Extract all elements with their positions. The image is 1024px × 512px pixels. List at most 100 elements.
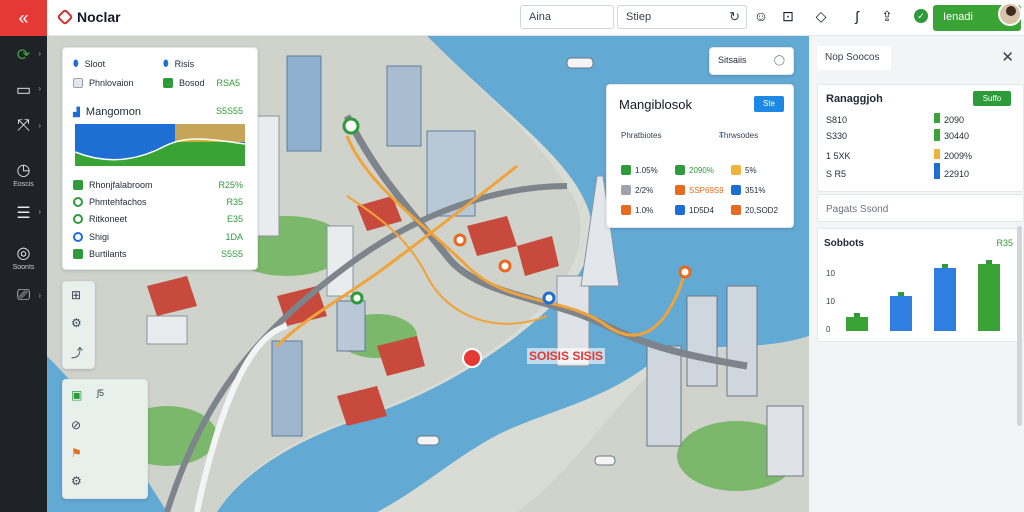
square-icon (621, 185, 631, 195)
right-sidebar: Nop Soocos ✕ Ranaggjoh Suffo S810 2090 S… (809, 36, 1024, 512)
secondary-card[interactable]: Pagats Ssond (817, 194, 1024, 222)
sidebar-item-history[interactable]: ◷ Eoscis (0, 160, 47, 188)
map-sign-text: SOISIS SISIS (529, 349, 604, 363)
pin-icon: ⬮ (73, 58, 79, 68)
secondary-card-label: Pagats Ssond (826, 204, 889, 215)
chevron-right-icon: › (38, 207, 41, 216)
bar-chart-card: Sobbots R35 10 10 0 (817, 228, 1024, 342)
list-item-value: R35 (226, 197, 243, 207)
sidebar-item-targets[interactable]: ◎ Soonts (0, 243, 47, 271)
search-input[interactable]: Aina (520, 5, 614, 29)
shape-icon[interactable]: ◇ (811, 8, 831, 25)
check-icon: ✓ (914, 9, 928, 23)
chart-icon (73, 180, 83, 190)
chart-bar[interactable] (978, 264, 1000, 331)
table-cell: SSP69S9 (675, 185, 724, 195)
chevron-right-icon: › (38, 291, 41, 300)
layer-green-icon[interactable]: ▣ (71, 388, 82, 402)
status-chip-label: Sitsaiis (718, 55, 747, 65)
clock-icon: ◷ (16, 162, 31, 179)
list-item[interactable]: Ritkoneet (73, 214, 127, 224)
info-row-value: RSA5 (216, 78, 241, 88)
route-icon: ⤧ (17, 117, 30, 134)
management-chip-button[interactable]: Ste (754, 96, 784, 112)
square-icon (675, 185, 685, 195)
list-item-label: Rhonjfalabroom (89, 180, 153, 190)
list-item-value: S5S5 (220, 249, 243, 259)
chevron-right-icon: › (38, 121, 41, 130)
chevron-right-icon: › (38, 84, 41, 93)
square-icon (731, 165, 741, 175)
scrollbar[interactable] (1017, 226, 1022, 426)
right-sidebar-tab[interactable]: Nop Soocos (817, 46, 891, 70)
sidebar-item-layers[interactable]: ▭ › (0, 80, 47, 101)
square-icon (675, 165, 685, 175)
location-input[interactable]: Stiep ↻ (617, 5, 747, 29)
settings-icon[interactable]: ⚙ (71, 474, 82, 488)
axis-tick-label: 0 (826, 325, 831, 334)
info-row-location[interactable]: ⬮ Sloot (73, 58, 105, 69)
summary-row-label: S330 (826, 131, 848, 141)
close-icon[interactable]: ✕ (1001, 48, 1014, 66)
list-item[interactable]: Shigi (73, 232, 109, 242)
summary-row-bar (934, 129, 940, 141)
info-row-label: Phnlovaion (89, 78, 134, 88)
sync-icon: ⟳ (16, 47, 31, 64)
square-icon (731, 205, 741, 215)
chart-total: R35 (996, 238, 1013, 248)
triangle-icon: ▵ (719, 130, 724, 139)
table-cell-text: 1.0% (635, 205, 654, 215)
summary-row-bar (934, 113, 940, 123)
list-item-label: Burtilants (89, 249, 127, 259)
chart-bar[interactable] (890, 296, 912, 331)
list-item[interactable]: Rhonjfalabroom (73, 180, 153, 190)
compass-icon[interactable]: ⊘ (71, 418, 81, 432)
info-row-risk[interactable]: ⬮ Risis (163, 58, 194, 69)
back-button[interactable]: « (0, 0, 47, 36)
axis-tick-label: 10 (826, 297, 835, 306)
measure-icon[interactable]: ⚙ (71, 316, 82, 330)
share-icon[interactable]: ⇪ (877, 8, 897, 25)
square-icon (731, 185, 741, 195)
map-view-icon[interactable]: ⊞ (71, 288, 81, 302)
map-sign-label: SOISIS SISIS (527, 348, 606, 364)
summary-row-label: S R5 (826, 169, 847, 179)
map-layer-palette: ▣ ʃ5 ⊘ ⚑ ⚙ (62, 379, 148, 499)
avatar[interactable] (998, 2, 1022, 26)
info-row-label: Risis (174, 58, 195, 69)
draw-icon[interactable]: ⤴ (71, 344, 83, 361)
chart-bar[interactable] (846, 317, 868, 331)
list-item[interactable]: Phmtehfachos (73, 197, 147, 207)
info-row-operation[interactable]: Phnlovaion (73, 78, 134, 88)
layers-icon: ▭ (15, 82, 32, 99)
bag-icon[interactable]: ⊡ (778, 8, 798, 25)
status-chip[interactable]: Sitsaiis ◯ (709, 47, 794, 75)
sidebar-item-drive[interactable]: ⎚ › (0, 287, 47, 306)
refresh-icon[interactable]: ↻ (729, 9, 740, 25)
circle-icon (73, 214, 83, 224)
summary-row-value: 22910 (944, 169, 970, 179)
sidebar-item-route[interactable]: ⤧ › (0, 117, 47, 136)
square-icon (73, 78, 83, 88)
square-icon (73, 249, 83, 259)
app-brand[interactable]: Noclar (56, 8, 121, 26)
filter-icon[interactable]: ⚑ (71, 446, 82, 460)
table-cell: 5% (731, 165, 757, 175)
management-title: Mangiblosok (619, 97, 692, 112)
location-input-value: Stiep (626, 11, 652, 23)
square-icon (621, 165, 631, 175)
table-cell: 20,SOD2 (731, 205, 778, 215)
chart-bar[interactable] (934, 268, 956, 331)
table-cell-text: SSP69S9 (689, 185, 724, 195)
curve-icon[interactable]: ʃ (847, 8, 867, 24)
table-cell-text: 1D5D4 (689, 205, 714, 215)
smiley-icon[interactable]: ☺ (751, 8, 771, 24)
info-row-base[interactable]: Bosod RSA5 (163, 78, 240, 88)
list-item[interactable]: Burtilants (73, 249, 127, 259)
sidebar-item-sync[interactable]: ⟳ › (0, 45, 47, 66)
chart-bar-cap (986, 260, 992, 264)
double-chevron-left-icon: « (18, 7, 29, 28)
map-tool-palette: ⊞ ⚙ ⤴ (62, 281, 95, 369)
sidebar-item-list[interactable]: ☰ › (0, 203, 47, 224)
summary-card-button[interactable]: Suffo (973, 91, 1011, 106)
